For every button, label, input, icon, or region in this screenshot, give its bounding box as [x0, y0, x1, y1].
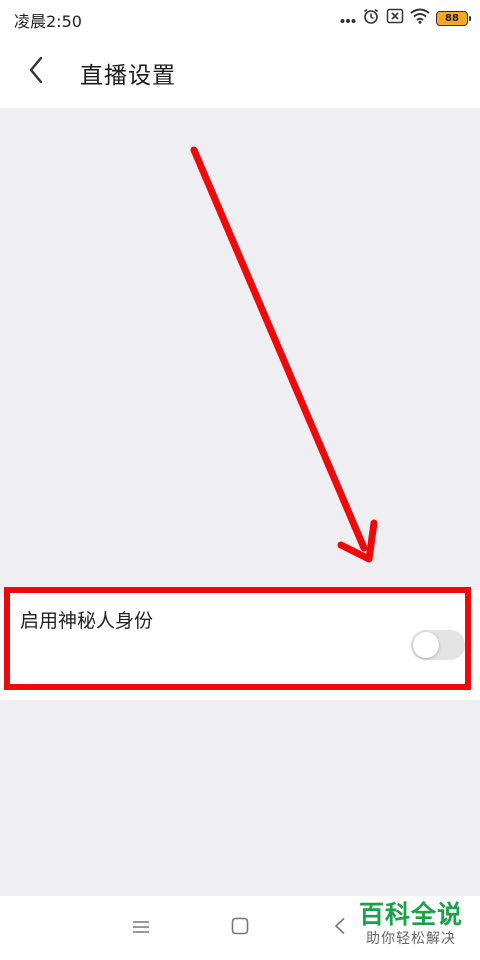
setting-row-incognito: 启用神秘人身份	[0, 590, 480, 700]
nav-back-button[interactable]	[325, 914, 355, 942]
header: 直播设置	[0, 36, 480, 108]
battery-icon: 88	[436, 10, 471, 26]
arrow-shaft	[190, 146, 368, 552]
incognito-toggle[interactable]	[411, 630, 465, 660]
status-bar: 凌晨2:50 88	[0, 0, 480, 36]
page-title: 直播设置	[80, 63, 176, 89]
watermark-main-text: 百科全说	[358, 900, 463, 929]
toggle-knob	[413, 632, 439, 658]
status-icons: 88	[340, 7, 471, 29]
home-button[interactable]	[225, 914, 255, 942]
chevron-left-icon	[28, 56, 44, 88]
more-dots-icon	[340, 9, 356, 28]
back-triangle-icon	[334, 917, 346, 939]
annotation-arrow	[190, 146, 378, 563]
menu-icon	[132, 919, 150, 938]
arrow-head	[337, 519, 378, 563]
status-time: 凌晨2:50	[14, 12, 82, 31]
menu-button[interactable]	[126, 914, 156, 942]
back-button[interactable]	[14, 50, 58, 94]
sim-off-icon	[386, 8, 404, 28]
wifi-icon	[410, 8, 430, 28]
setting-label-incognito: 启用神秘人身份	[20, 610, 154, 632]
watermark-sub-text: 助你轻松解决	[366, 931, 456, 947]
watermark-logo: 百科全说 助你轻松解决	[352, 900, 470, 948]
home-square-icon	[231, 917, 249, 939]
alarm-icon	[362, 7, 380, 29]
